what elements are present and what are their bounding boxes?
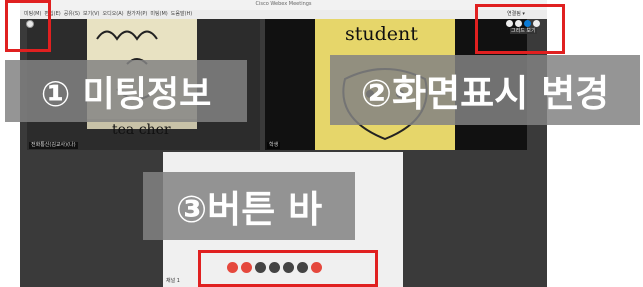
- menu-meeting-2[interactable]: 미팅(M): [150, 11, 167, 18]
- overlay-view-change: ②화면표시 변경: [330, 55, 640, 125]
- overlay-meeting-info: ① 미팅정보: [5, 60, 247, 122]
- menu-bar: 미팅(M) 편집(E) 공유(S) 보기(V) 오디오(A) 참가자(P) 미팅…: [20, 10, 547, 19]
- student-name-label: 학생: [267, 142, 281, 149]
- highlight-meeting-info: [5, 0, 51, 52]
- highlight-view-change: [475, 4, 565, 54]
- menu-help[interactable]: 도움말(H): [171, 11, 192, 18]
- teacher-handwriting: tea cher: [112, 122, 171, 138]
- menu-audio[interactable]: 오디오(A): [103, 11, 124, 18]
- menu-share[interactable]: 공유(S): [64, 11, 80, 18]
- menu-participants[interactable]: 참가자(P): [127, 11, 148, 18]
- teacher-name-label: 전화통신(김교사)(나): [29, 142, 78, 149]
- menu-view[interactable]: 보기(V): [83, 11, 100, 18]
- app-title: Cisco Webex Meetings: [255, 1, 312, 7]
- highlight-button-bar: [198, 250, 378, 287]
- title-bar: Cisco Webex Meetings: [20, 0, 547, 10]
- overlay-button-bar: ③버튼 바: [143, 172, 355, 240]
- share-label: 채널 1: [166, 278, 180, 284]
- student-handwriting: student: [345, 23, 418, 45]
